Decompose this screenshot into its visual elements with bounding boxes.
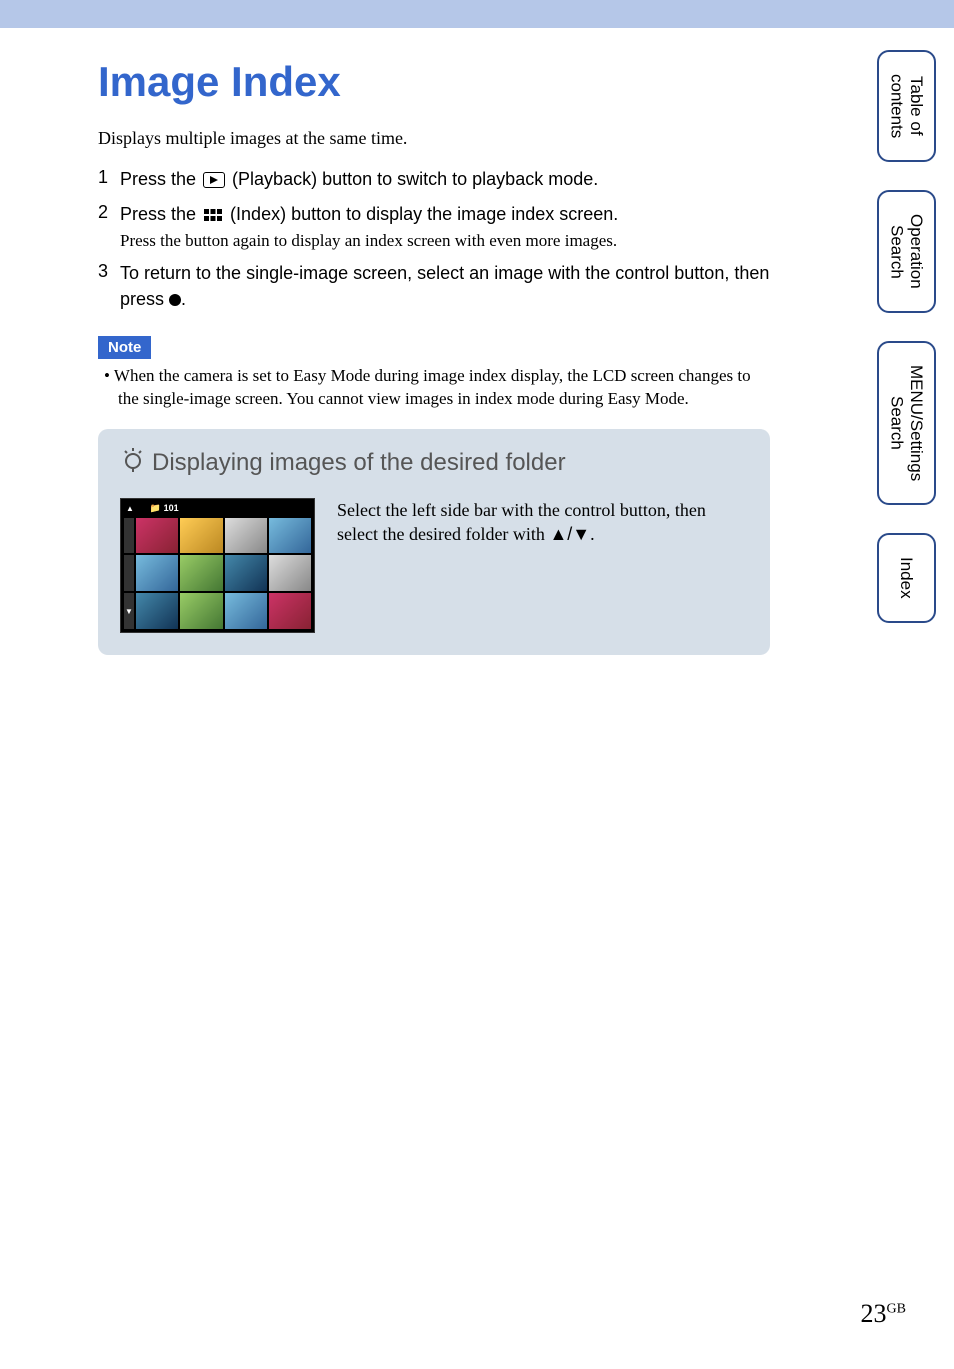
tip-box: Displaying images of the desired folder … <box>98 429 770 655</box>
folder-thumbnail-grid: ▲ 📁 101 ▼ <box>120 498 315 633</box>
tip-text: Select the left side bar with the contro… <box>337 498 748 547</box>
step-number: 2 <box>98 202 120 223</box>
side-nav-tabs: Table ofcontents OperationSearch MENU/Se… <box>877 50 936 623</box>
center-button-icon <box>169 294 181 306</box>
tab-table-of-contents[interactable]: Table ofcontents <box>877 50 936 162</box>
note-text: • When the camera is set to Easy Mode du… <box>118 365 770 411</box>
step-number: 3 <box>98 261 120 282</box>
step-3: 3 To return to the single-image screen, … <box>98 261 770 311</box>
step-text: Press the (Playback) button to switch to… <box>120 167 770 192</box>
playback-icon <box>203 172 225 188</box>
step-text: Press the (Index) button to display the … <box>120 202 770 227</box>
tip-title: Displaying images of the desired folder <box>120 447 748 480</box>
hint-icon <box>120 447 146 480</box>
note-label: Note <box>98 336 151 359</box>
tab-menu-settings-search[interactable]: MENU/SettingsSearch <box>877 341 936 505</box>
top-bar <box>0 0 954 28</box>
step-1: 1 Press the (Playback) button to switch … <box>98 167 770 192</box>
tab-operation-search[interactable]: OperationSearch <box>877 190 936 313</box>
main-content: Image Index Displays multiple images at … <box>0 28 830 675</box>
step-text: To return to the single-image screen, se… <box>120 261 770 311</box>
step-2: 2 Press the (Index) button to display th… <box>98 202 770 251</box>
thumb-up-arrow: ▲ <box>126 504 134 513</box>
step-subtext: Press the button again to display an ind… <box>120 231 770 251</box>
page-title: Image Index <box>98 58 770 106</box>
tab-index[interactable]: Index <box>877 533 936 623</box>
index-icon <box>203 208 223 222</box>
step-number: 1 <box>98 167 120 188</box>
page-number: 23GB <box>861 1299 906 1329</box>
folder-number: 📁 101 <box>150 503 179 514</box>
intro-text: Displays multiple images at the same tim… <box>98 128 770 149</box>
